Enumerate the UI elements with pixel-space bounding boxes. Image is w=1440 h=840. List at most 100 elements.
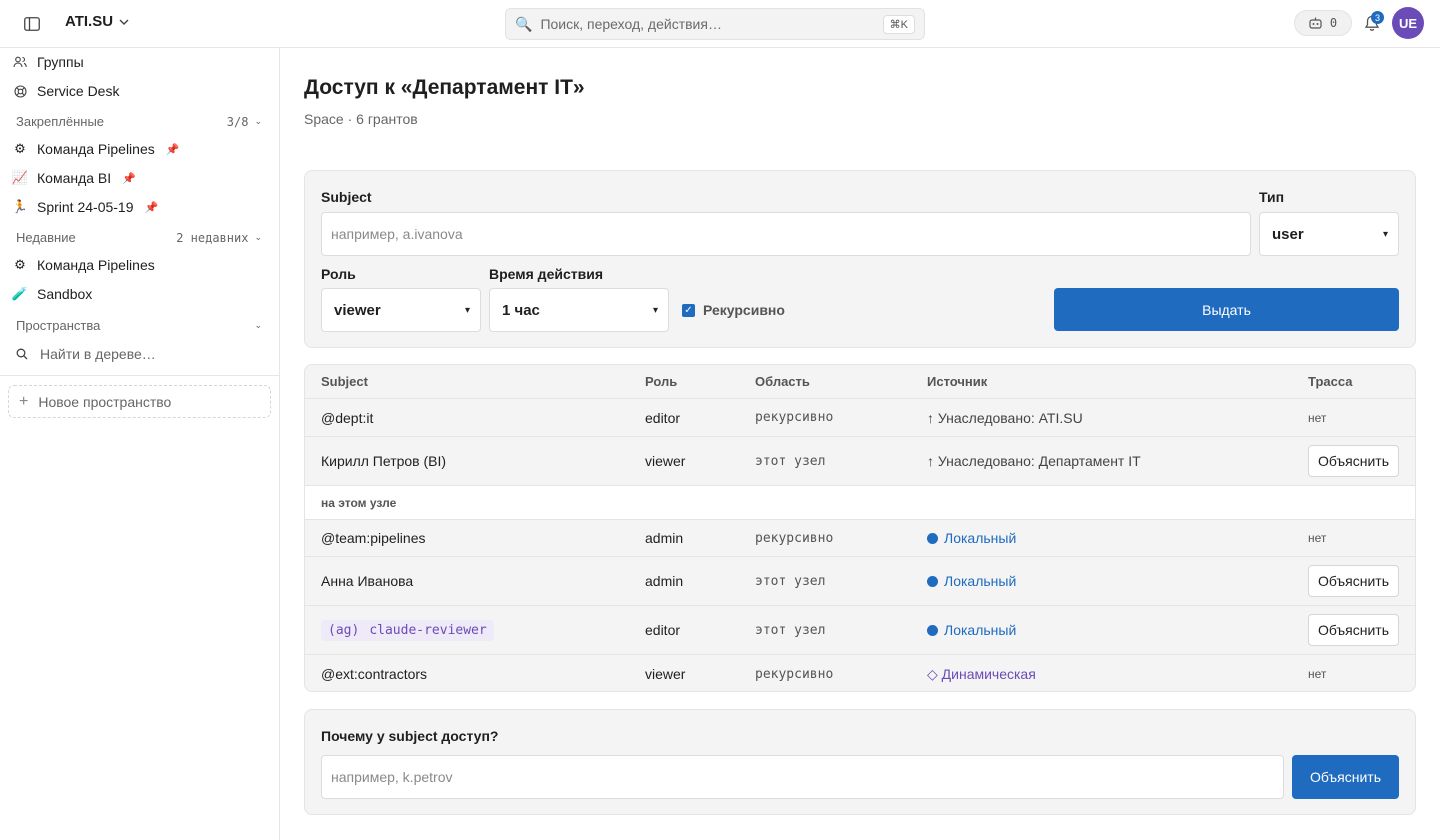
row-area: этот узел [755,622,826,638]
explain-subject-input[interactable]: например, k.petrov [321,755,1284,799]
row-source[interactable]: Локальный [927,557,1016,605]
sidebar-item-recent-sandbox[interactable]: 🧪 Sandbox [12,281,92,307]
checkmark-icon: ✓ [682,303,695,317]
page-subtitle: Space · 6 грантов [304,111,418,127]
sidebar-item-label: Sandbox [37,286,93,302]
chevron-down-icon: ▾ [1382,228,1388,240]
subject-placeholder: например, a.ivanova [331,226,463,242]
row-role: editor [645,409,681,426]
new-space-label: Новое пространство [38,393,172,410]
explain-button[interactable]: Объяснить [1308,565,1399,597]
chevron-down-icon: ⌄ [254,232,262,242]
explain-submit-button[interactable]: Объяснить [1292,755,1399,799]
page-title: Доступ к «Департамент IT» [304,76,585,99]
table-row: Кирилл Петров (BI) viewer этот узел ↑ Ун… [305,437,1415,486]
row-trace: нет [1308,667,1327,681]
sidebar-item-pinned-sprint[interactable]: 🏃 Sprint 24-05-19 📌 [12,194,158,220]
grant-submit-button[interactable]: Выдать [1054,288,1399,331]
row-role: admin [645,530,684,546]
tree-search-input[interactable]: Найти в дереве… [16,346,156,362]
table-header: Subject Роль Область Источник Трасса [305,365,1415,399]
tree-search-placeholder: Найти в дереве… [40,346,156,362]
type-value: user [1272,225,1304,243]
lifebuoy-icon [12,84,28,98]
row-source[interactable]: ◇ Динамическая [927,655,1036,691]
local-section-header: на этом узле [305,486,1415,520]
column-header-subject: Subject [321,374,368,389]
sidebar-item-pinned-bi[interactable]: 📈 Команда BI 📌 [12,165,136,191]
row-subject: (ag) claude-reviewer [321,606,494,654]
explain-form: Почему у subject доступ? например, k.pet… [304,709,1416,815]
row-role: viewer [645,453,686,469]
sidebar-item-groups[interactable]: Группы [12,49,84,75]
chevron-down-icon [119,19,129,25]
column-header-source: Источник [927,374,988,389]
duration-select[interactable]: 1 час ▾ [489,288,669,332]
table-row: (ag) claude-reviewer editor этот узел Ло… [305,606,1415,655]
duration-label: Время действия [489,266,603,282]
row-role: editor [645,622,681,638]
new-space-button[interactable]: + Новое пространство [8,385,271,418]
sidebar-item-label: Команда BI [37,170,112,186]
recursive-label: Рекурсивно [703,302,785,318]
table-row: @dept:it editor рекурсивно ↑ Унаследован… [305,399,1415,437]
search-icon [16,348,28,360]
row-area: рекурсивно [755,530,834,546]
pin-icon[interactable]: 📌 [145,201,159,214]
sidebar-item-pinned-pipelines[interactable]: ⚙ Команда Pipelines 📌 [12,136,179,162]
notifications-button[interactable]: 3 [1362,11,1384,34]
chevron-down-icon: ▾ [652,304,658,316]
sidebar-item-recent-pipelines[interactable]: ⚙ Команда Pipelines [12,252,155,278]
sidebar-divider [0,375,279,376]
recent-section-header[interactable]: Недавние 2 недавних ⌄ [16,230,262,245]
sidebar-item-label: Команда Pipelines [37,141,155,157]
avatar[interactable]: UE [1392,7,1424,39]
row-trace: нет [1308,410,1327,425]
chevron-down-icon: ⌄ [254,116,262,126]
row-subject: @ext:contractors [321,666,428,682]
top-bar: ATI.SU 🔍 Поиск, переход, действия… ⌘K 0 … [0,0,1440,48]
explain-placeholder: например, k.petrov [331,769,453,785]
sidebar-toggle-button[interactable] [20,12,44,36]
row-area: этот узел [755,573,826,589]
pinned-count: 3/8 [226,114,249,129]
chart-icon: 📈 [11,170,29,185]
sidebar-item-label: Группы [37,54,84,70]
row-source-label: Локальный [944,622,1017,638]
chevron-down-icon: ▾ [464,304,470,316]
agent-chip: (ag) claude-reviewer [321,619,494,641]
robot-icon [1309,17,1322,29]
row-area: рекурсивно [755,666,834,682]
type-select[interactable]: user ▾ [1259,212,1399,256]
search-input[interactable]: 🔍 Поиск, переход, действия… ⌘K [505,8,925,40]
row-subject: @dept:it [321,409,374,426]
row-source-label: Локальный [944,573,1017,589]
row-source[interactable]: Локальный [927,520,1016,556]
explain-button[interactable]: Объяснить [1308,445,1399,477]
local-section-label: на этом узле [321,495,397,510]
bot-counter-button[interactable]: 0 [1294,10,1352,36]
explain-button[interactable]: Объяснить [1308,614,1399,646]
sidebar-item-service-desk[interactable]: Service Desk [12,78,119,104]
pin-icon[interactable]: 📌 [166,143,180,156]
spaces-title: Пространства [16,318,101,333]
row-area: рекурсивно [755,410,834,425]
table-row: Анна Иванова admin этот узел Локальный О… [305,557,1415,606]
row-subject: Анна Иванова [321,573,414,589]
explain-title: Почему у subject доступ? [321,728,499,744]
org-switcher[interactable]: ATI.SU [65,13,129,30]
subject-input[interactable]: например, a.ivanova [321,212,1251,256]
chevron-down-icon: ⌄ [254,320,262,330]
duration-value: 1 час [502,301,540,319]
recursive-checkbox[interactable]: ✓ Рекурсивно [682,302,785,318]
pin-icon[interactable]: 📌 [122,172,136,185]
row-source: ↑ Унаследовано: Департамент IT [927,453,1141,469]
sidebar-item-label: Команда Pipelines [37,257,155,273]
row-source[interactable]: Локальный [927,606,1016,654]
plus-icon: + [19,392,29,410]
column-header-area: Область [755,374,810,389]
agent-name: claude-reviewer [369,622,487,638]
role-select[interactable]: viewer ▾ [321,288,481,332]
pinned-section-header[interactable]: Закреплённые 3/8 ⌄ [16,114,262,129]
spaces-section-header[interactable]: Пространства ⌄ [16,318,262,333]
